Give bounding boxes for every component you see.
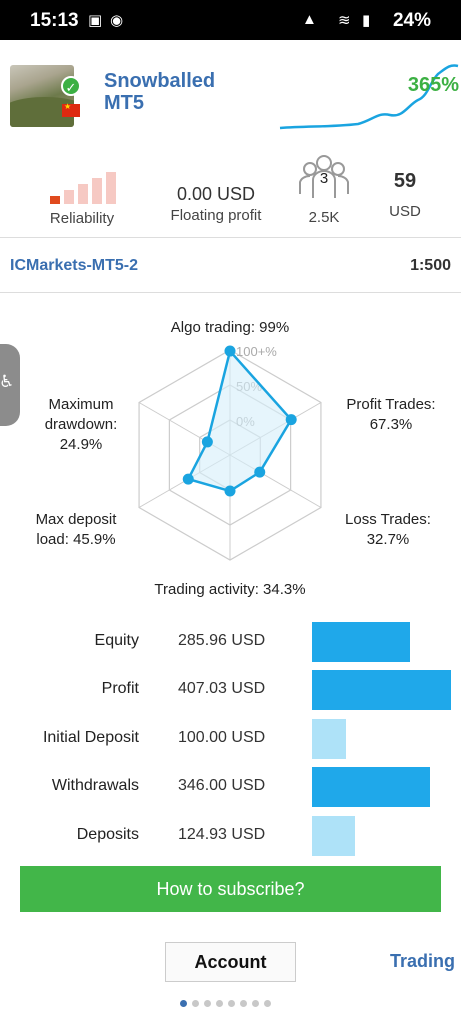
status-time: 15:13 — [30, 10, 79, 31]
financials-table: Equity 285.96 USD Profit 407.03 USD Init… — [0, 614, 461, 864]
radar-chart: 100+%50%0% Algo trading: 99% Profit Trad… — [0, 300, 461, 610]
wifi-icon: ≋ — [338, 12, 351, 29]
radar-chart-svg: 100+%50%0% — [138, 344, 322, 561]
financial-label: Profit — [101, 680, 139, 697]
radar-point — [224, 345, 236, 357]
financial-value: 346.00 USD — [178, 777, 266, 794]
financial-value: 285.96 USD — [178, 632, 266, 649]
floating-profit-label: Floating profit — [170, 207, 262, 224]
tab-account[interactable]: Account — [165, 942, 296, 982]
signal-title-line1: Snowballed — [104, 70, 216, 92]
radar-label-profit-trades-line1: Profit Trades: — [346, 396, 436, 413]
stats-row: Reliability 0.00 USD Floating profit 3 2… — [0, 150, 461, 238]
signal-title[interactable]: Snowballed MT5 — [104, 70, 215, 114]
reliability-bars-icon — [50, 172, 116, 204]
subscribers-count: 3 — [319, 170, 329, 187]
page-indicator — [180, 994, 276, 1007]
radar-label-max-deposit-load-line2: load: 45.9% — [36, 531, 116, 548]
page-dot[interactable] — [228, 1000, 235, 1007]
page-dot[interactable] — [216, 1000, 223, 1007]
radar-point — [182, 473, 194, 485]
page-dot[interactable] — [192, 1000, 199, 1007]
financial-value: 100.00 USD — [178, 729, 266, 746]
verified-check-icon: ✓ — [61, 76, 81, 96]
app-notification-icon: ◉ — [110, 12, 124, 29]
signal-title-line2: MT5 — [104, 92, 144, 114]
radar-label-trading-activity: Trading activity: 34.3% — [130, 580, 330, 600]
financial-row-profit: Profit 407.03 USD — [0, 670, 461, 710]
financial-bar — [312, 816, 355, 856]
floating-profit-value: 0.00 USD — [176, 184, 256, 204]
radar-label-profit-trades: Profit Trades: 67.3% — [328, 395, 454, 435]
bottom-tabs: Account Trading — [0, 936, 461, 1007]
battery-level: 24% — [392, 10, 431, 31]
radar-label-max-drawdown: Maximum drawdown: 24.9% — [26, 395, 136, 455]
radar-point — [201, 436, 213, 448]
financial-bar — [312, 767, 430, 807]
financial-label: Deposits — [76, 826, 139, 843]
gallery-icon: ▣ — [88, 12, 103, 29]
radar-label-loss-trades-line2: 32.7% — [366, 531, 410, 548]
financial-row-withdrawals: Withdrawals 346.00 USD — [0, 767, 461, 807]
radar-label-max-deposit-load-line1: Max deposit — [35, 511, 117, 528]
accessibility-button[interactable]: ♿ — [0, 344, 20, 426]
tab-trading[interactable]: Trading — [390, 951, 455, 972]
financial-label: Withdrawals — [51, 777, 139, 794]
financial-label: Initial Deposit — [42, 729, 139, 746]
radar-series-polygon — [186, 348, 293, 493]
page-dot[interactable] — [180, 1000, 187, 1007]
subscribers-label: 2.5K — [308, 209, 340, 226]
radar-scale-label: 100+% — [236, 344, 277, 359]
radar-point — [254, 466, 266, 478]
radar-label-loss-trades: Loss Trades: 32.7% — [330, 510, 446, 550]
radar-label-max-drawdown-line1: Maximum — [48, 396, 114, 413]
page-dot[interactable] — [264, 1000, 271, 1007]
accessibility-icon: ♿ — [0, 372, 15, 391]
financial-value: 124.93 USD — [178, 826, 266, 843]
price-value: 59 — [393, 170, 417, 192]
china-flag-icon: ★ — [62, 102, 80, 117]
radar-point — [224, 485, 236, 497]
radar-label-loss-trades-line1: Loss Trades: — [345, 511, 431, 528]
radar-label-profit-trades-line2: 67.3% — [369, 416, 413, 433]
financial-bar — [312, 719, 346, 759]
financial-bar — [312, 622, 410, 662]
financial-label: Equity — [94, 632, 139, 649]
radar-label-max-deposit-load: Max deposit load: 45.9% — [18, 510, 134, 550]
radar-label-max-drawdown-line3: 24.9% — [59, 436, 103, 453]
status-bar: 15:13 ▣ ◉ ▲ ≋ ▮ 24% — [0, 0, 461, 40]
financial-bar — [312, 670, 451, 710]
page-dot[interactable] — [252, 1000, 259, 1007]
how-to-subscribe-button[interactable]: How to subscribe? — [20, 866, 441, 912]
growth-value: 365% — [407, 74, 459, 96]
floating-profit-stat: 0.00 USD Floating profit — [156, 184, 276, 224]
lock-icon: ▲ — [302, 11, 317, 28]
subscribers-stat[interactable]: 3 2.5K — [294, 154, 354, 226]
radar-label-algo: Algo trading: 99% — [150, 318, 310, 338]
financial-value: 407.03 USD — [178, 680, 266, 697]
broker-row: ICMarkets-MT5-2 1:500 — [0, 239, 461, 293]
broker-server[interactable]: ICMarkets-MT5-2 — [10, 257, 138, 275]
price-currency: USD — [389, 203, 421, 220]
reliability-label: Reliability — [49, 210, 115, 227]
financial-row-deposits: Deposits 124.93 USD — [0, 816, 461, 856]
signal-icon: ▮ — [362, 12, 371, 29]
radar-label-algo-text: Algo trading: 99% — [170, 319, 290, 336]
radar-label-trading-activity-text: Trading activity: 34.3% — [154, 581, 306, 598]
leverage-value: 1:500 — [410, 257, 451, 274]
page-dot[interactable] — [240, 1000, 247, 1007]
signal-header: ✓ ★ Snowballed MT5 365% — [0, 40, 461, 150]
page-dot[interactable] — [204, 1000, 211, 1007]
reliability-stat[interactable]: Reliability — [32, 208, 132, 227]
radar-point — [285, 414, 297, 426]
signal-avatar[interactable] — [10, 65, 74, 127]
radar-label-max-drawdown-line2: drawdown: — [44, 416, 118, 433]
price-stat: 59 USD — [370, 170, 440, 220]
financial-row-initial-deposit: Initial Deposit 100.00 USD — [0, 719, 461, 759]
financial-row-equity: Equity 285.96 USD — [0, 622, 461, 662]
